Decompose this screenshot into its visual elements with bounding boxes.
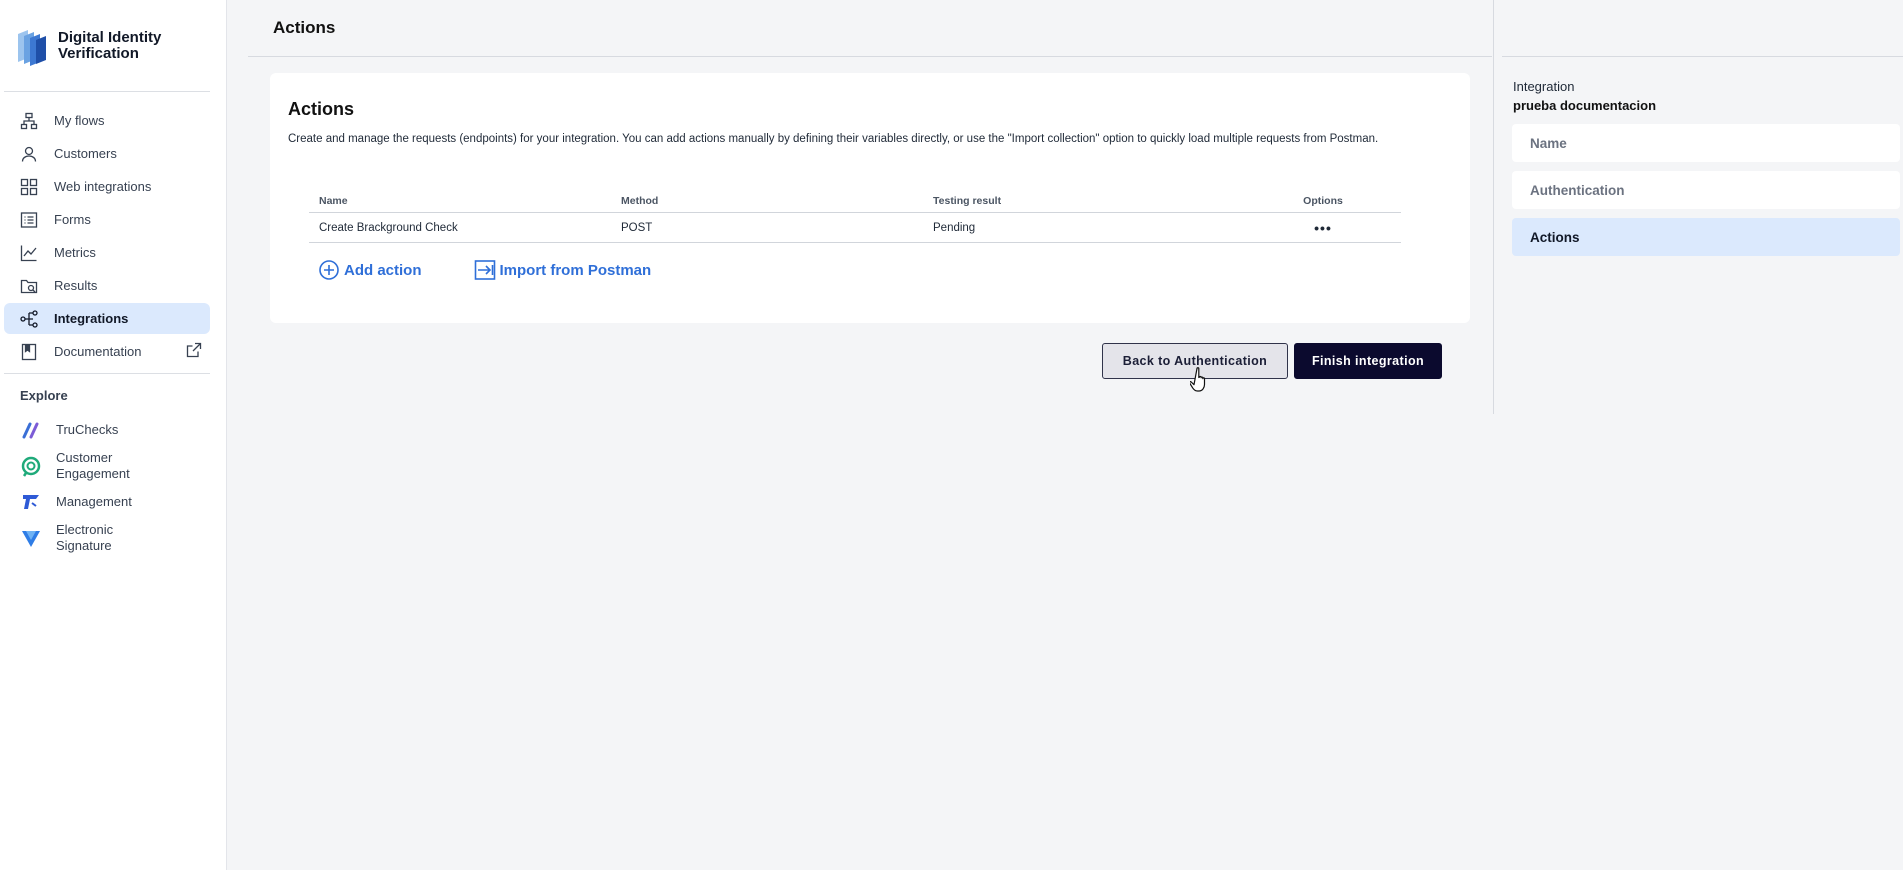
brand-name-line2: Verification <box>58 44 139 62</box>
explore-item-label: TruChecks <box>56 422 119 437</box>
truchecks-icon <box>22 422 39 439</box>
add-action-button[interactable]: Add action <box>318 259 422 281</box>
cell-testing-result: Pending <box>933 221 976 234</box>
finish-integration-button[interactable]: Finish integration <box>1294 343 1442 379</box>
column-header-options: Options <box>1303 194 1343 207</box>
nav-item-integrations[interactable]: Integrations <box>4 303 210 334</box>
nav-item-label: Customers <box>54 146 117 161</box>
user-icon <box>20 145 38 163</box>
explore-item-truchecks[interactable]: TruChecks <box>4 414 210 446</box>
explore-item-label-line1: Customer <box>56 450 113 465</box>
actions-table: Name Method Testing result Options Creat… <box>309 189 1401 243</box>
more-options-icon[interactable]: ••• <box>1314 220 1332 236</box>
explore-item-label: Management <box>56 494 132 509</box>
nav-item-my-flows[interactable]: My flows <box>4 105 210 136</box>
import-from-postman-button[interactable]: Import from Postman <box>474 259 652 281</box>
cell-options: ••• <box>1245 220 1401 236</box>
nav-item-documentation[interactable]: Documentation <box>4 336 210 367</box>
external-link-icon[interactable] <box>186 342 202 361</box>
customer-engagement-icon <box>21 456 41 477</box>
nav-item-forms[interactable]: Forms <box>4 204 210 235</box>
nav-item-label: Forms <box>54 212 91 227</box>
nav-item-label: Documentation <box>54 344 142 359</box>
integration-steps-panel: Integration prueba documentacion Name Au… <box>1502 0 1903 870</box>
explore-item-label-line1: Electronic <box>56 522 114 537</box>
column-header-name: Name <box>319 194 348 207</box>
sidebar: Digital Identity Verification My flows C… <box>0 0 227 870</box>
nav-item-label: Integrations <box>54 311 129 326</box>
nav-item-web-integrations[interactable]: Web integrations <box>4 171 210 202</box>
hand-pointer-icon <box>1190 367 1206 392</box>
card-actions: Add action Import from Postman <box>318 259 703 281</box>
nav-item-label: Web integrations <box>54 179 152 194</box>
cell-method: POST <box>621 221 653 234</box>
main-nav: My flows Customers Web integrations Form… <box>0 92 226 367</box>
right-panel-divider <box>1493 0 1494 414</box>
right-panel-header <box>1502 0 1903 57</box>
column-header-method: Method <box>621 194 659 207</box>
import-icon <box>474 260 495 280</box>
nav-item-metrics[interactable]: Metrics <box>4 237 210 268</box>
page-title: Actions <box>273 18 336 37</box>
nav-item-label: Results <box>54 278 98 293</box>
nav-item-label: Metrics <box>54 245 96 260</box>
explore-item-label-line2: Signature <box>56 538 112 553</box>
brand-name: Digital Identity Verification <box>58 28 162 62</box>
column-header-testing-result: Testing result <box>933 194 1002 207</box>
chart-icon <box>20 244 38 262</box>
step-name[interactable]: Name <box>1512 124 1900 162</box>
form-icon <box>20 211 38 229</box>
nav-item-label: My flows <box>54 113 105 128</box>
brand-logo-icon <box>18 29 46 66</box>
table-row[interactable]: Create Brackground Check POST Pending ••… <box>309 213 1401 243</box>
explore-heading: Explore <box>20 388 68 403</box>
add-action-label: Add action <box>344 261 422 279</box>
explore-item-management[interactable]: Management <box>4 486 210 518</box>
cell-name: Create Brackground Check <box>319 221 458 234</box>
nav-item-results[interactable]: Results <box>4 270 210 301</box>
explore-item-label: Customer Engagement <box>56 450 130 482</box>
explore-item-label: Electronic Signature <box>56 522 113 554</box>
explore-item-customer-engagement[interactable]: Customer Engagement <box>4 450 210 482</box>
brand[interactable]: Digital Identity Verification <box>4 0 210 92</box>
table-header: Name Method Testing result Options <box>309 189 1401 213</box>
explore-item-electronic-signature[interactable]: Electronic Signature <box>4 522 210 554</box>
nav-item-customers[interactable]: Customers <box>4 138 210 169</box>
page-header: Actions <box>248 0 1492 57</box>
brand-name-line1: Digital Identity <box>58 28 162 46</box>
electronic-signature-icon <box>22 531 40 547</box>
integration-label: Integration <box>1513 79 1575 94</box>
book-icon <box>20 343 38 361</box>
import-from-postman-label: Import from Postman <box>499 261 652 279</box>
management-icon <box>23 495 39 509</box>
plus-circle-icon <box>319 260 339 280</box>
flow-icon <box>20 112 38 130</box>
card-description: Create and manage the requests (endpoint… <box>288 133 1379 145</box>
actions-card: Actions Create and manage the requests (… <box>270 73 1470 323</box>
grid-icon <box>20 178 38 196</box>
folder-search-icon <box>20 277 38 295</box>
main-content: Actions Actions Create and manage the re… <box>228 0 1492 870</box>
integration-name: prueba documentacion <box>1513 98 1657 113</box>
explore-item-label-line2: Engagement <box>56 466 130 481</box>
step-authentication[interactable]: Authentication <box>1512 171 1900 209</box>
step-actions[interactable]: Actions <box>1512 218 1900 256</box>
integrations-icon <box>20 309 38 328</box>
sidebar-divider <box>4 373 210 374</box>
card-title: Actions <box>288 99 355 119</box>
